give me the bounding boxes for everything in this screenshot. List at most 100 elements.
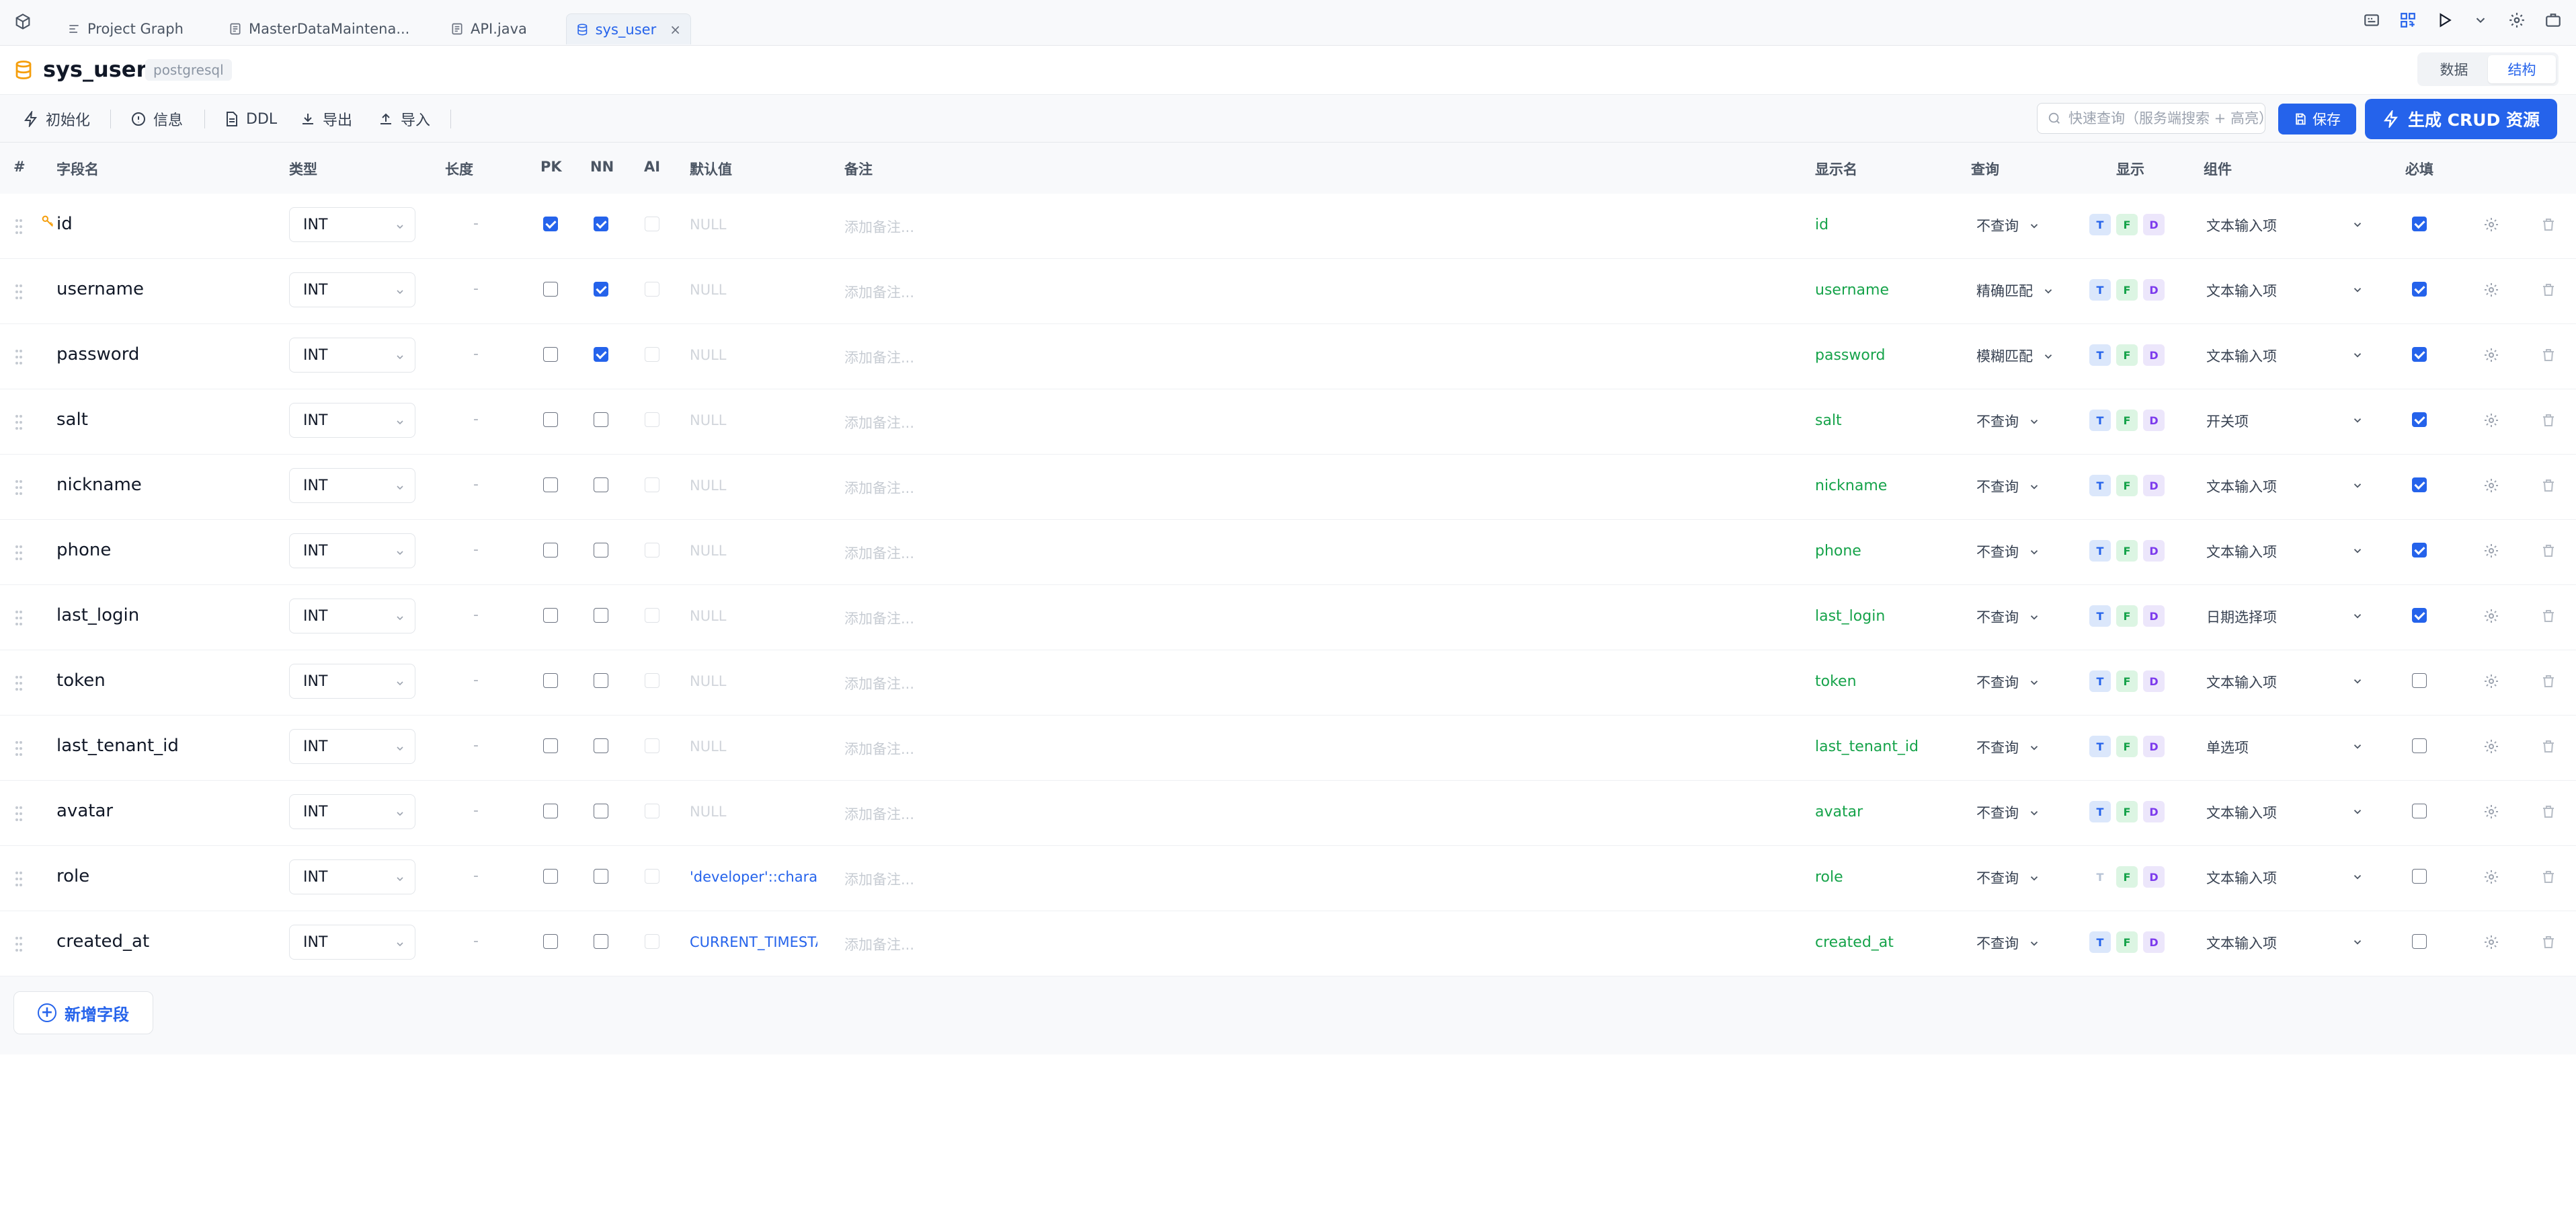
show-table-toggle[interactable]: T <box>2089 279 2111 301</box>
component-select[interactable]: 文本输入项 <box>2206 933 2277 953</box>
settings-icon[interactable] <box>2483 738 2499 755</box>
nn-checkbox[interactable] <box>594 673 608 688</box>
pk-checkbox[interactable] <box>543 673 558 688</box>
show-form-toggle[interactable]: F <box>2116 279 2138 301</box>
show-detail-toggle[interactable]: D <box>2143 214 2165 235</box>
drag-handle-icon[interactable] <box>15 870 23 888</box>
drag-handle-icon[interactable] <box>15 805 23 822</box>
drag-handle-icon[interactable] <box>15 479 23 496</box>
save-button[interactable]: 保存 <box>2278 104 2356 134</box>
field-name[interactable]: last_tenant_id <box>56 736 179 756</box>
add-field-button[interactable]: + 新增字段 <box>13 991 153 1034</box>
chevron-down-icon[interactable] <box>2351 283 2364 295</box>
required-checkbox[interactable] <box>2412 804 2427 818</box>
component-select[interactable]: 文本输入项 <box>2206 346 2277 366</box>
ai-checkbox[interactable] <box>645 543 659 557</box>
show-detail-toggle[interactable]: D <box>2143 866 2165 888</box>
component-select[interactable]: 文本输入项 <box>2206 541 2277 562</box>
show-table-toggle[interactable]: T <box>2089 736 2111 757</box>
required-checkbox[interactable] <box>2412 608 2427 623</box>
show-detail-toggle[interactable]: D <box>2143 801 2165 822</box>
delete-icon[interactable] <box>2540 412 2557 428</box>
settings-icon[interactable] <box>2483 347 2499 363</box>
default-value[interactable]: CURRENT_TIMESTAMP <box>690 934 817 950</box>
default-value[interactable]: NULL <box>690 477 817 494</box>
query-select[interactable]: 不查询 <box>1976 868 2057 888</box>
ai-checkbox[interactable] <box>645 347 659 362</box>
settings-icon[interactable] <box>2483 934 2499 950</box>
chevron-down-icon[interactable] <box>2351 609 2364 621</box>
show-table-toggle[interactable]: T <box>2089 931 2111 953</box>
settings-icon[interactable] <box>2483 217 2499 233</box>
qr-scan-icon[interactable] <box>2397 9 2419 31</box>
chevron-down-icon[interactable] <box>2351 544 2364 556</box>
field-name[interactable]: last_login <box>56 605 139 625</box>
pk-checkbox[interactable] <box>543 347 558 362</box>
required-checkbox[interactable] <box>2412 347 2427 362</box>
delete-icon[interactable] <box>2540 738 2557 755</box>
delete-icon[interactable] <box>2540 673 2557 689</box>
chevron-down-icon[interactable] <box>2351 740 2364 752</box>
required-checkbox[interactable] <box>2412 673 2427 688</box>
ai-checkbox[interactable] <box>645 217 659 231</box>
query-select[interactable]: 不查询 <box>1976 541 2057 562</box>
note-field[interactable]: 添加备注... <box>844 738 914 759</box>
show-form-toggle[interactable]: F <box>2116 931 2138 953</box>
pk-checkbox[interactable] <box>543 934 558 949</box>
data-view-button[interactable]: 数据 <box>2420 55 2488 83</box>
length-field[interactable]: - <box>473 802 479 819</box>
delete-icon[interactable] <box>2540 608 2557 624</box>
ai-checkbox[interactable] <box>645 608 659 623</box>
show-form-toggle[interactable]: F <box>2116 540 2138 562</box>
info-button[interactable]: 信息 <box>130 107 183 131</box>
type-select[interactable]: INT <box>289 664 415 699</box>
show-table-toggle[interactable]: T <box>2089 344 2111 366</box>
settings-icon[interactable] <box>2483 543 2499 559</box>
show-form-toggle[interactable]: F <box>2116 214 2138 235</box>
note-field[interactable]: 添加备注... <box>844 477 914 498</box>
query-select[interactable]: 不查询 <box>1976 933 2057 953</box>
note-field[interactable]: 添加备注... <box>844 347 914 367</box>
app-logo-icon[interactable] <box>13 12 32 31</box>
display-name[interactable]: created_at <box>1815 934 1894 951</box>
display-name[interactable]: phone <box>1815 543 1861 560</box>
show-detail-toggle[interactable]: D <box>2143 736 2165 757</box>
length-field[interactable]: - <box>473 541 479 558</box>
component-select[interactable]: 文本输入项 <box>2206 868 2277 888</box>
component-select[interactable]: 文本输入项 <box>2206 802 2277 822</box>
ai-checkbox[interactable] <box>645 477 659 492</box>
component-select[interactable]: 文本输入项 <box>2206 280 2277 301</box>
structure-view-button[interactable]: 结构 <box>2488 55 2556 83</box>
chevron-down-icon[interactable] <box>2351 675 2364 687</box>
show-table-toggle[interactable]: T <box>2089 605 2111 627</box>
type-select[interactable]: INT <box>289 925 415 960</box>
display-name[interactable]: avatar <box>1815 804 1863 820</box>
query-select[interactable]: 不查询 <box>1976 737 2057 757</box>
drag-handle-icon[interactable] <box>15 675 23 692</box>
default-value[interactable]: NULL <box>690 412 817 428</box>
note-field[interactable]: 添加备注... <box>844 412 914 432</box>
drag-handle-icon[interactable] <box>15 414 23 431</box>
type-select[interactable]: INT <box>289 729 415 764</box>
default-value[interactable]: NULL <box>690 673 817 689</box>
required-checkbox[interactable] <box>2412 869 2427 884</box>
display-name[interactable]: id <box>1815 217 1828 233</box>
tab-project-graph[interactable]: Project Graph <box>58 13 193 44</box>
generate-crud-button[interactable]: 生成 CRUD 资源 <box>2365 99 2557 139</box>
note-field[interactable]: 添加备注... <box>844 934 914 954</box>
show-form-toggle[interactable]: F <box>2116 736 2138 757</box>
length-field[interactable]: - <box>473 215 479 232</box>
required-checkbox[interactable] <box>2412 738 2427 753</box>
note-field[interactable]: 添加备注... <box>844 217 914 237</box>
show-table-toggle[interactable]: T <box>2089 410 2111 431</box>
required-checkbox[interactable] <box>2412 477 2427 492</box>
query-select[interactable]: 不查询 <box>1976 672 2057 692</box>
show-form-toggle[interactable]: F <box>2116 344 2138 366</box>
query-select[interactable]: 模糊匹配 <box>1976 346 2057 366</box>
ai-checkbox[interactable] <box>645 412 659 427</box>
show-table-toggle[interactable]: T <box>2089 475 2111 496</box>
search-input[interactable] <box>2068 110 2263 126</box>
settings-icon[interactable] <box>2506 9 2528 31</box>
note-field[interactable]: 添加备注... <box>844 608 914 628</box>
nn-checkbox[interactable] <box>594 869 608 884</box>
